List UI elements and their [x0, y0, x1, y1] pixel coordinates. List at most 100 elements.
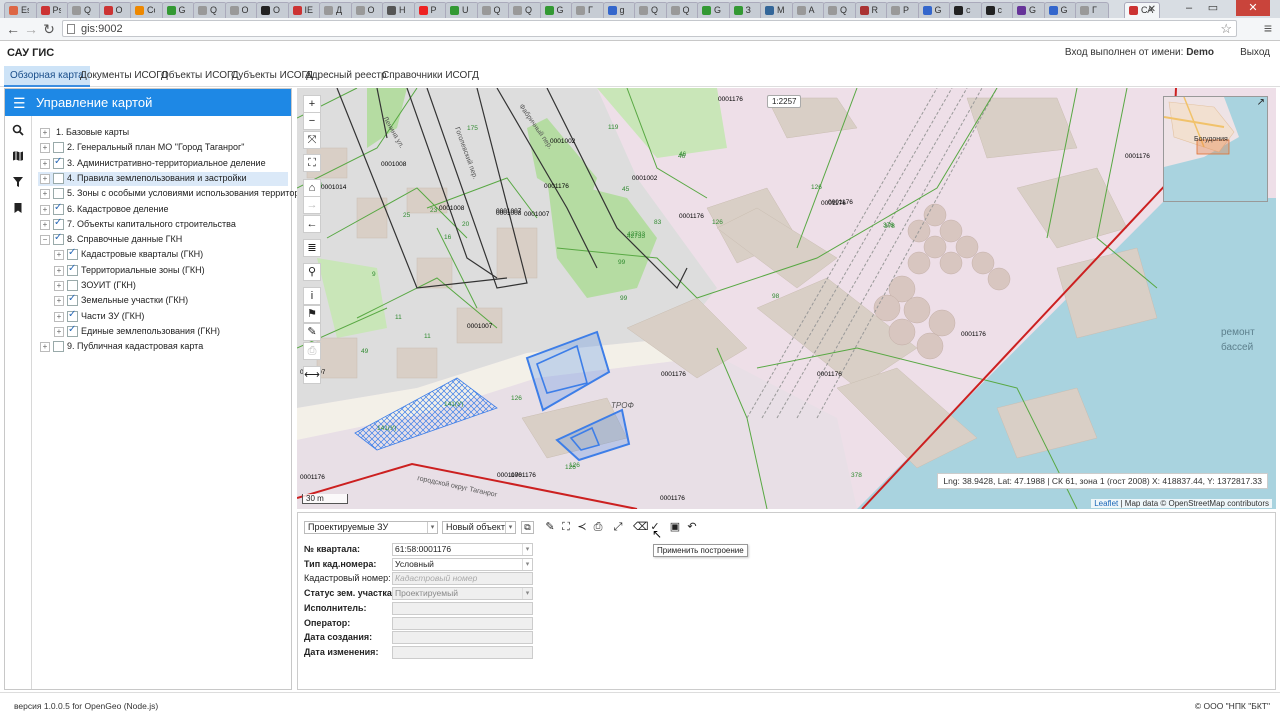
expand-icon[interactable]: + — [54, 311, 64, 322]
url-field[interactable]: gis:9002 ☆ — [62, 20, 1237, 37]
form-select[interactable]: 61:58:0001176 ▾ — [392, 543, 533, 556]
layer-checkbox[interactable] — [53, 156, 64, 169]
browser-tab[interactable]: Q — [823, 2, 857, 18]
layers-list-button[interactable]: ≣ — [303, 239, 321, 257]
layer-tree-item[interactable]: +3. Административно-территориальное деле… — [38, 156, 288, 171]
measure-button[interactable]: ⟷ — [303, 366, 321, 384]
save-icon[interactable]: ▣ — [669, 521, 681, 534]
layer-select[interactable]: Проектируемые ЗУ ▾ — [304, 521, 438, 534]
bookmark-star-icon[interactable]: ☆ — [1220, 21, 1232, 37]
browser-tab[interactable]: Es — [4, 2, 38, 18]
layer-checkbox[interactable] — [53, 172, 64, 184]
fullscreen-button[interactable]: ⛶ — [303, 154, 321, 172]
share-icon[interactable]: ≺ — [576, 521, 588, 534]
expand-icon[interactable]: + — [40, 219, 50, 230]
zoom-in-button[interactable]: + — [303, 95, 321, 113]
browser-tab[interactable]: IE — [287, 2, 321, 18]
expand-icon[interactable]: + — [40, 143, 50, 154]
browser-tab[interactable]: c — [980, 2, 1014, 18]
edit-button[interactable]: ✎ — [303, 323, 321, 341]
undo-icon[interactable]: ↶ — [686, 521, 698, 534]
layer-checkbox[interactable] — [53, 341, 64, 353]
home-button[interactable]: ⌂ — [303, 179, 321, 197]
bookmark-icon[interactable] — [11, 202, 25, 216]
zoom-out-button[interactable]: − — [303, 112, 321, 130]
form-field[interactable]: Кадастровый номер — [392, 572, 533, 586]
layer-checkbox[interactable] — [53, 188, 64, 200]
browser-tab[interactable]: Q — [665, 2, 699, 18]
browser-tab[interactable]: P — [413, 2, 447, 18]
layer-tree-item[interactable]: +4. Правила землепользования и застройки — [38, 171, 288, 186]
expand-icon[interactable]: + — [40, 342, 50, 353]
layer-tree-item[interactable]: +9. Публичная кадастровая карта — [38, 340, 288, 354]
collapse-icon[interactable]: − — [40, 235, 50, 246]
browser-tab-active[interactable]: СА ✕ — [1124, 2, 1160, 18]
browser-tab[interactable]: O — [256, 2, 290, 18]
layer-checkbox[interactable] — [67, 293, 78, 307]
logout-link[interactable]: Выход — [1240, 47, 1270, 58]
expand-icon[interactable]: + — [54, 265, 64, 276]
minimize-button[interactable]: – — [1178, 0, 1200, 16]
print-icon[interactable]: ⎙ — [592, 521, 604, 534]
back-button[interactable]: ← — [303, 215, 321, 233]
object-select[interactable]: Новый объект ▾ — [442, 521, 516, 534]
resize-icon[interactable]: ⤢ — [612, 521, 624, 534]
layer-tree-item[interactable]: + Единые землепользования (ГКН) — [38, 324, 288, 339]
map-canvas[interactable]: 0001176 0001176 0001176 0001176 0001176 00011… — [297, 88, 1276, 509]
layer-checkbox[interactable] — [67, 324, 78, 337]
map-view[interactable]: 0001176 0001176 0001176 0001176 0001176 00011… — [297, 88, 1276, 509]
layer-tree-item[interactable]: + Земельные участки (ГКН) — [38, 293, 288, 308]
window-close-button[interactable]: ✕ — [1236, 0, 1270, 16]
leaflet-link[interactable]: Leaflet — [1094, 499, 1118, 508]
forward-arrow-icon[interactable]: → — [22, 20, 40, 38]
layer-tree-item[interactable]: + Кадастровые кварталы (ГКН) — [38, 247, 288, 262]
layer-tree-item[interactable]: +5. Зоны с особыми условиями использован… — [38, 187, 309, 201]
hamburger-icon[interactable]: ☰ — [13, 95, 26, 112]
browser-tab[interactable]: G — [917, 2, 951, 18]
expand-icon[interactable]: + — [40, 204, 50, 215]
browser-tab[interactable]: Q — [508, 2, 542, 18]
browser-tab[interactable]: Co — [130, 2, 164, 18]
layer-checkbox[interactable] — [53, 142, 64, 154]
minimap-expand-icon[interactable]: ↗ — [1257, 97, 1265, 108]
expand-icon[interactable]: + — [40, 128, 50, 138]
layer-tree-item[interactable]: + Территориальные зоны (ГКН) — [38, 263, 288, 278]
layer-checkbox[interactable] — [67, 280, 78, 291]
layer-tree-item[interactable]: + ЗОУИТ (ГКН) — [38, 279, 288, 293]
browser-tab[interactable]: P — [886, 2, 920, 18]
layer-checkbox[interactable] — [67, 247, 78, 261]
browser-tab[interactable]: g — [602, 2, 636, 18]
layer-checkbox[interactable] — [53, 217, 64, 230]
browser-tab[interactable]: Д — [319, 2, 353, 18]
info-button[interactable]: i — [303, 287, 321, 305]
expand-icon[interactable]: + — [40, 158, 50, 169]
copy-icon[interactable]: ⧉ — [521, 521, 534, 534]
browser-tab[interactable]: Q — [193, 2, 227, 18]
expand-icon[interactable]: + — [54, 296, 64, 307]
expand-icon[interactable]: + — [54, 281, 64, 291]
browser-tab[interactable]: G — [539, 2, 573, 18]
browser-tab[interactable]: Г — [1075, 2, 1109, 18]
layer-checkbox[interactable] — [67, 263, 78, 276]
expand-icon[interactable]: + — [40, 173, 50, 184]
browser-tab[interactable]: З — [728, 2, 762, 18]
browser-tab[interactable]: G — [161, 2, 195, 18]
maximize-button[interactable]: ▭ — [1202, 0, 1224, 16]
print-button[interactable]: ⎙ — [303, 342, 321, 360]
browser-tab[interactable]: H — [382, 2, 416, 18]
browser-tab[interactable]: Ps — [35, 2, 69, 18]
back-arrow-icon[interactable]: ← — [4, 20, 22, 38]
browser-menu-icon[interactable]: ≡ — [1264, 20, 1272, 36]
layer-tree-item[interactable]: +1. Базовые карты — [38, 126, 288, 140]
layer-tree-item[interactable]: + Части ЗУ (ГКН) — [38, 309, 288, 324]
browser-tab[interactable]: Г — [571, 2, 605, 18]
browser-tab[interactable]: G — [1012, 2, 1046, 18]
map-search-button[interactable]: ⚲ — [303, 263, 321, 281]
layer-tree-item[interactable]: +6. Кадастровое деление — [38, 202, 288, 217]
browser-tab[interactable]: O — [350, 2, 384, 18]
layer-checkbox[interactable] — [53, 232, 64, 246]
minimap[interactable]: Богудония ↗ — [1163, 96, 1268, 202]
forward-button[interactable]: → — [303, 196, 321, 214]
expand-icon[interactable]: + — [54, 326, 64, 337]
browser-tab[interactable]: O — [98, 2, 132, 18]
